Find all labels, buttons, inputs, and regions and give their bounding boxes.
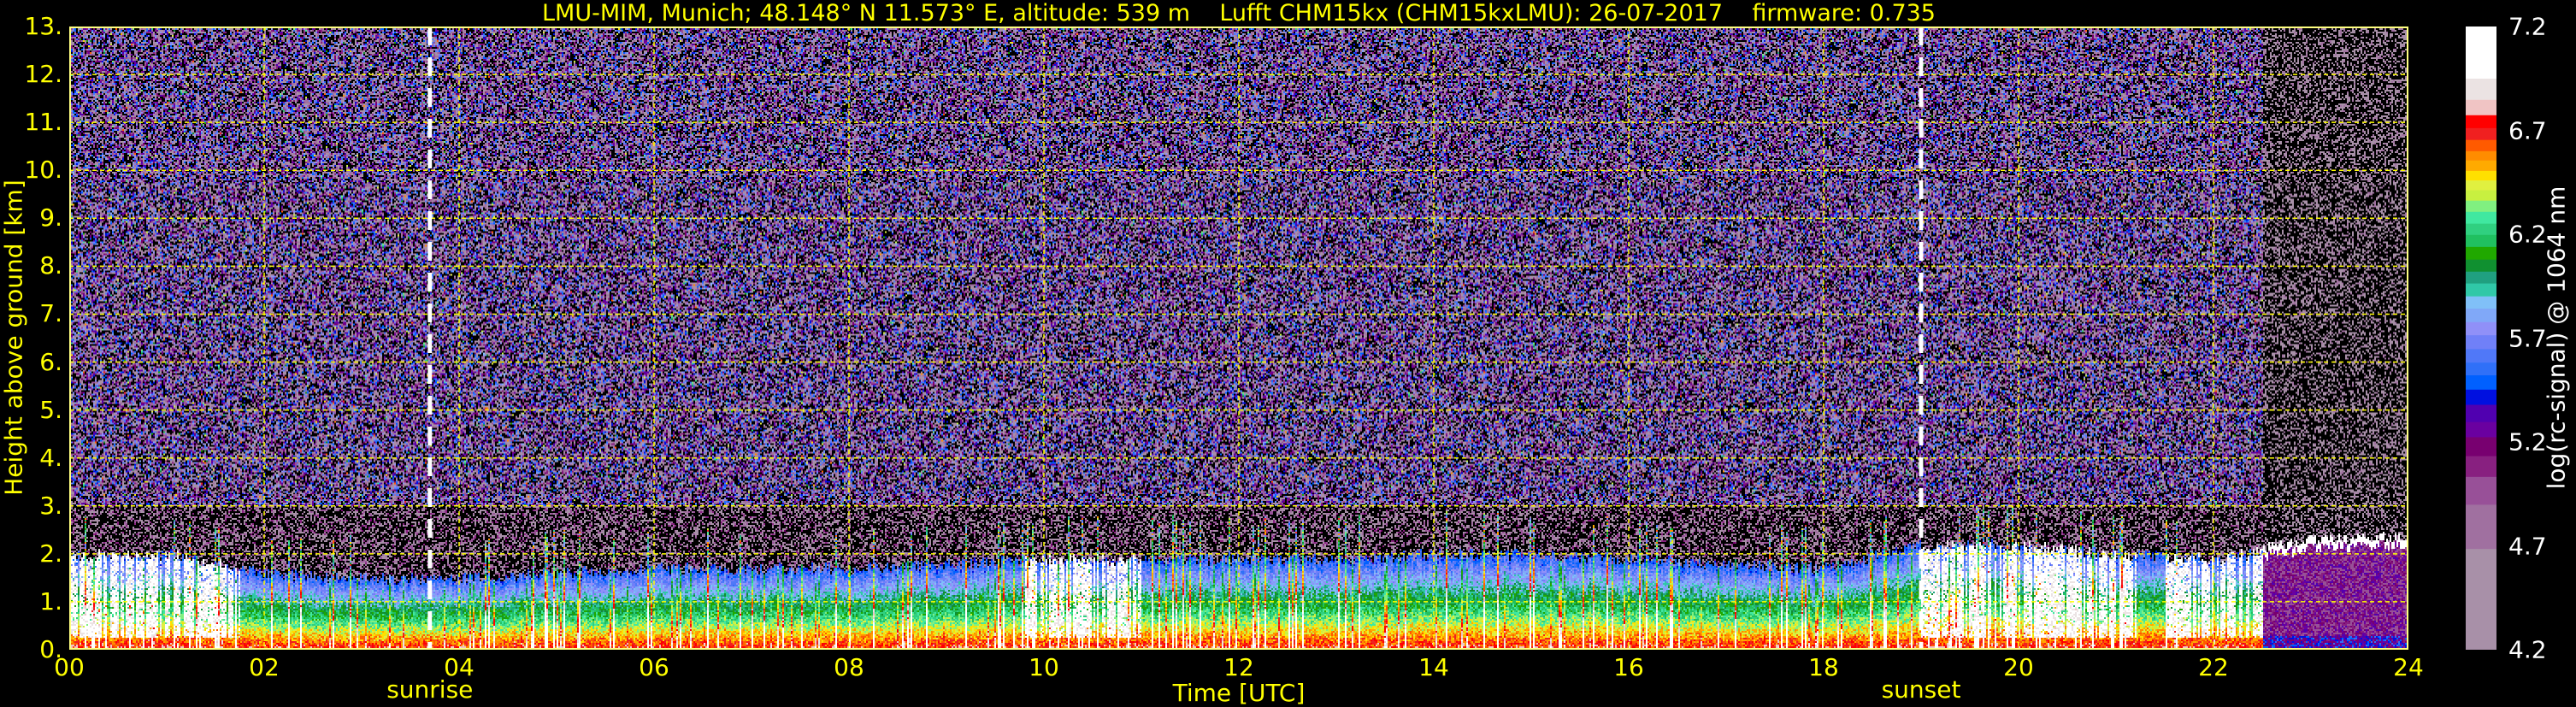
colorbar-tick-label: 5.2 xyxy=(2508,427,2547,457)
x-axis-label: Time [UTC] xyxy=(1172,679,1306,707)
x-tick-label: 22 xyxy=(2198,653,2229,681)
y-tick-label: 3. xyxy=(39,491,62,520)
colorbar-tick-label: 7.2 xyxy=(2508,12,2547,41)
y-tick-label: 10. xyxy=(24,156,62,185)
colorbar-level xyxy=(2466,180,2496,191)
colorbar-level xyxy=(2466,283,2496,297)
colorbar-level xyxy=(2466,150,2496,161)
colorbar-level xyxy=(2466,246,2496,260)
grid-overlay xyxy=(69,27,2408,650)
x-tick-label: 02 xyxy=(249,653,280,681)
colorbar-tick-label: 4.7 xyxy=(2508,532,2547,560)
colorbar-tick-label: 6.7 xyxy=(2508,116,2547,144)
colorbar-level xyxy=(2466,78,2496,100)
colorbar-level xyxy=(2466,211,2496,224)
colorbar-level xyxy=(2466,259,2496,272)
colorbar-level xyxy=(2466,321,2496,336)
colorbar-level xyxy=(2466,223,2496,235)
colorbar-level xyxy=(2466,189,2496,201)
plot-area xyxy=(69,27,2408,650)
y-tick-label: 6. xyxy=(39,347,62,376)
y-tick-label: 11. xyxy=(24,108,62,137)
y-tick-label: 8. xyxy=(39,251,62,280)
x-tick-label: 12 xyxy=(1223,653,1254,681)
colorbar-level xyxy=(2466,27,2496,80)
colorbar-level xyxy=(2466,456,2496,477)
y-tick-label: 7. xyxy=(39,299,62,328)
x-tick-label: 18 xyxy=(1808,653,1839,681)
y-tick-label: 12. xyxy=(24,60,62,89)
colorbar-level xyxy=(2466,389,2496,405)
colorbar-level xyxy=(2466,504,2496,550)
x-tick-label: 08 xyxy=(834,653,864,681)
colorbar-level xyxy=(2466,348,2496,363)
colorbar xyxy=(2466,27,2496,650)
colorbar-level xyxy=(2466,115,2496,128)
x-tick-label: 00 xyxy=(54,653,85,681)
colorbar-level xyxy=(2466,404,2496,422)
y-tick-label: 9. xyxy=(39,203,62,233)
colorbar-level xyxy=(2466,271,2496,284)
y-tick-label: 5. xyxy=(39,395,62,424)
colorbar-level xyxy=(2466,296,2496,309)
colorbar-tick-label: 4.2 xyxy=(2508,635,2547,664)
colorbar-level xyxy=(2466,308,2496,322)
x-tick-label: 20 xyxy=(2003,653,2034,681)
colorbar-level xyxy=(2466,127,2496,140)
y-axis-label: Height above ground [km] xyxy=(0,180,28,496)
colorbar-level xyxy=(2466,160,2496,171)
y-tick-label: 2. xyxy=(39,539,62,568)
colorbar-tick-label: 5.7 xyxy=(2508,324,2547,352)
colorbar-level xyxy=(2466,436,2496,457)
sunrise-label: sunrise xyxy=(386,675,474,704)
x-tick-label: 16 xyxy=(1613,653,1644,681)
colorbar-level xyxy=(2466,170,2496,181)
x-tick-label: 10 xyxy=(1029,653,1059,681)
colorbar-level xyxy=(2466,362,2496,376)
colorbar-level xyxy=(2466,421,2496,438)
y-tick-label: 13. xyxy=(24,12,62,40)
colorbar-level xyxy=(2466,99,2496,115)
x-tick-label: 14 xyxy=(1418,653,1449,681)
colorbar-level xyxy=(2466,548,2496,650)
y-tick-label: 1. xyxy=(39,586,62,616)
colorbar-label: log(rc-signal) @ 1064 nm xyxy=(2542,186,2571,490)
x-tick-label: 24 xyxy=(2393,653,2424,681)
colorbar-level xyxy=(2466,139,2496,151)
chart-title: LMU-MIM, Munich; 48.148° N 11.573° E, al… xyxy=(542,0,1936,27)
colorbar-level xyxy=(2466,374,2496,390)
x-tick-label: 06 xyxy=(639,653,669,681)
colorbar-level xyxy=(2466,334,2496,350)
y-tick-label: 4. xyxy=(39,443,62,472)
sunset-label: sunset xyxy=(1881,675,1961,704)
colorbar-level xyxy=(2466,200,2496,212)
colorbar-level xyxy=(2466,476,2496,505)
colorbar-tick-label: 6.2 xyxy=(2508,220,2547,249)
colorbar-level xyxy=(2466,234,2496,247)
